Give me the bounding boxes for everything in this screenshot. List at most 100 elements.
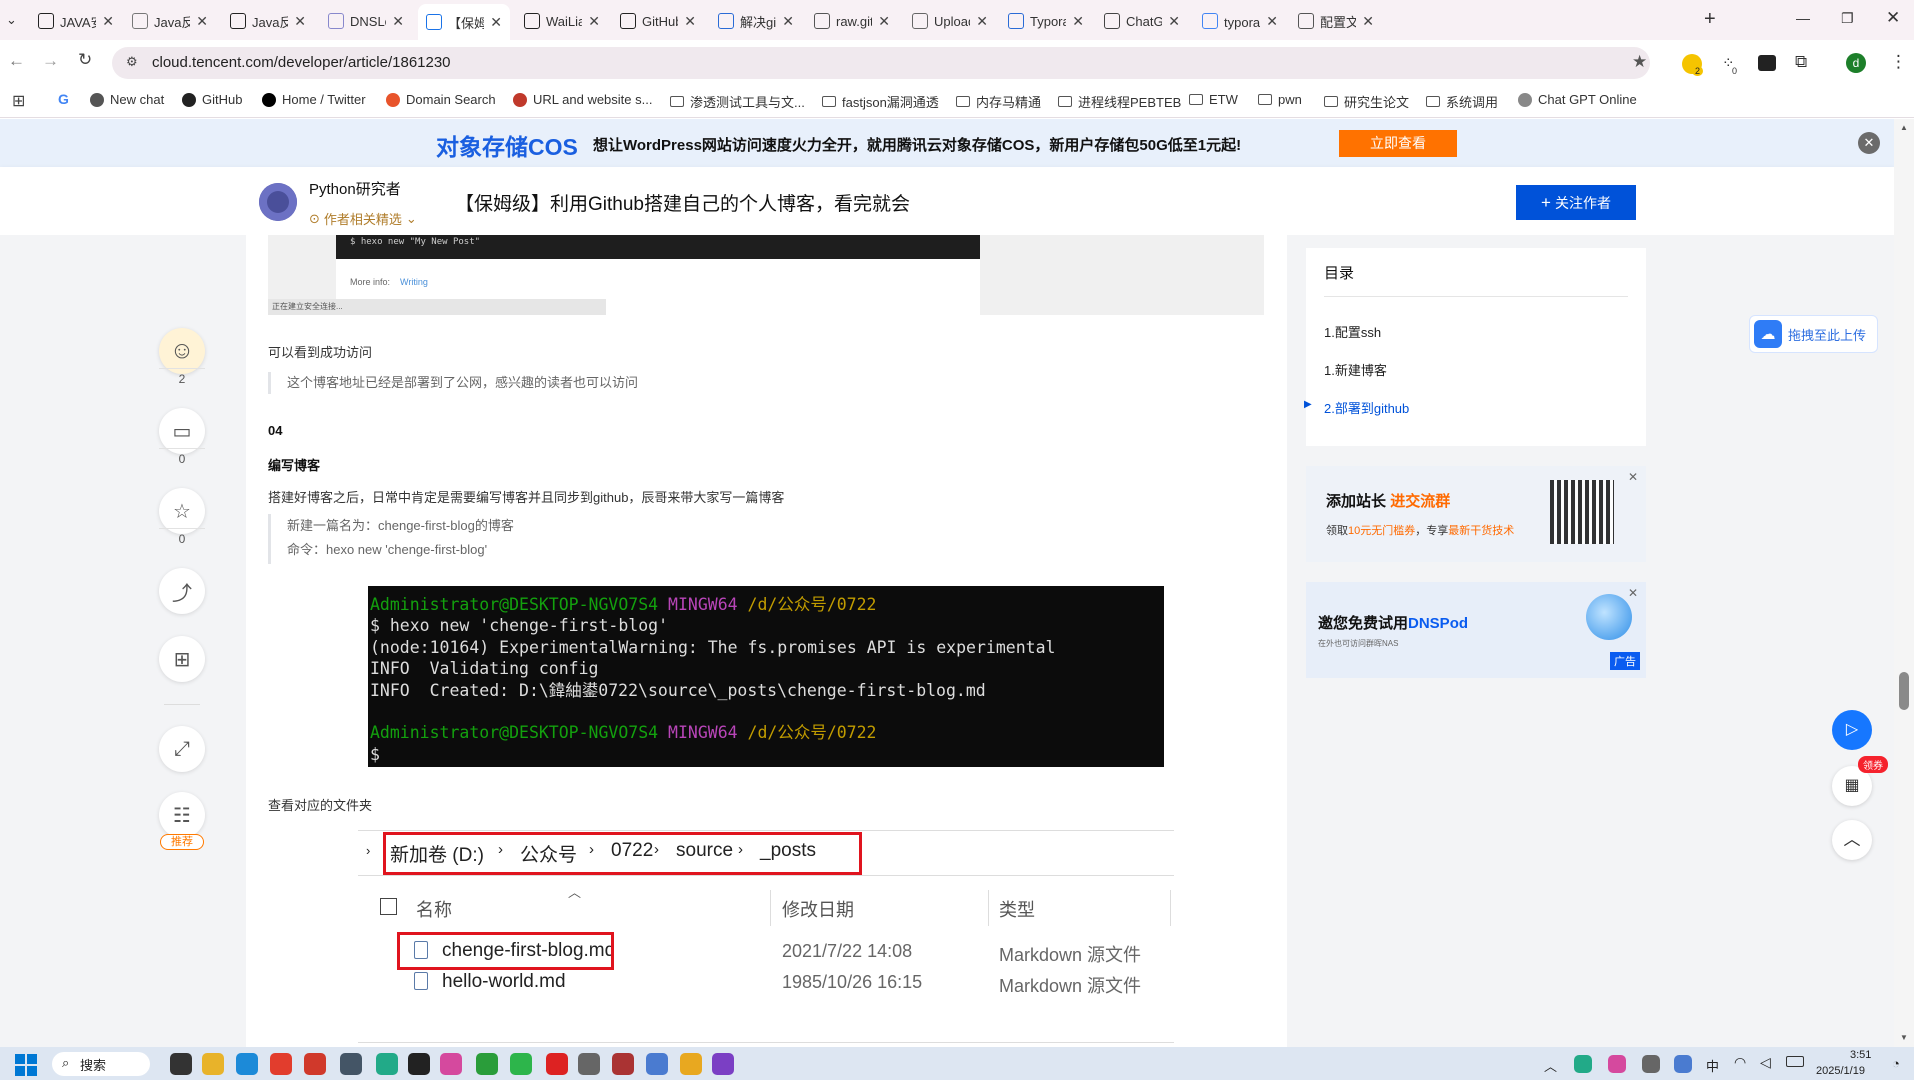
tab-search-button[interactable]: ⌄ (6, 12, 17, 28)
tab-close-icon[interactable]: ✕ (684, 13, 696, 30)
extension-icon-3[interactable] (1758, 55, 1776, 71)
bookmark-item[interactable]: 内存马精通 (956, 92, 1041, 111)
chrome-icon[interactable] (270, 1053, 292, 1075)
tab-11[interactable]: Typora ✕ (1000, 6, 1092, 36)
menu-dots-icon[interactable]: ⋮ (1890, 52, 1907, 72)
back-icon[interactable]: ← (8, 51, 25, 71)
tab-close-icon[interactable]: ✕ (1266, 13, 1278, 30)
bookmark-item[interactable]: 进程线程PEBTEB (1058, 92, 1181, 111)
ad2-close-icon[interactable]: ✕ (1628, 586, 1638, 600)
clock-time[interactable]: 3:51 (1850, 1049, 1871, 1061)
recommend-badge[interactable]: 推荐 (160, 834, 204, 850)
close-window-icon[interactable]: ✕ (1886, 8, 1900, 28)
tab-1[interactable]: JAVA安全 ✕ (30, 6, 122, 36)
tab-7[interactable]: GitHub ✕ (612, 6, 704, 36)
app-icon-16[interactable] (680, 1053, 702, 1075)
fullscreen-icon[interactable]: ⤢ (159, 726, 205, 772)
ad-card-dnspod[interactable]: 邀您免费试用DNSPod 在外也可访问群晖NAS ✕ 广告 (1306, 582, 1646, 678)
tab-8[interactable]: 解决gith ✕ (710, 6, 802, 36)
new-tab-icon[interactable]: + (1704, 8, 1716, 31)
app-icon-10[interactable] (476, 1053, 498, 1075)
tab-close-icon[interactable]: ✕ (1072, 13, 1084, 30)
tab-close-icon[interactable]: ✕ (588, 13, 600, 30)
tab-close-icon[interactable]: ✕ (878, 13, 890, 30)
banner-close-icon[interactable]: ✕ (1858, 132, 1880, 154)
wechat-icon[interactable] (510, 1053, 532, 1075)
tab-10[interactable]: Upload ✕ (904, 6, 996, 36)
tab-5[interactable]: 【保姆级 ✕ (418, 4, 510, 40)
bookmark-item[interactable]: 渗透测试工具与文... (670, 92, 805, 111)
bookmark-item[interactable]: GitHub (182, 92, 242, 107)
wifi-icon[interactable]: ◠ (1734, 1054, 1746, 1071)
wps-icon[interactable] (304, 1053, 326, 1075)
bookmark-item[interactable]: Domain Search (386, 92, 496, 107)
volume-icon[interactable]: ◁ (1760, 1054, 1771, 1071)
bookmark-item[interactable]: ETW (1189, 92, 1238, 107)
follow-author-button[interactable]: + 关注作者 (1516, 185, 1636, 220)
tab-14[interactable]: 配置文件 ✕ (1290, 6, 1382, 36)
tab-13[interactable]: typora上 ✕ (1194, 6, 1286, 36)
app-icon-15[interactable] (646, 1053, 668, 1075)
notification-bell-icon[interactable]: ◔ (1892, 1056, 1900, 1071)
ad-card-join-group[interactable]: 添加站长 进交流群 领取10元无门槛券，专享最新干货技术 ✕ (1306, 466, 1646, 562)
extensions-puzzle-icon[interactable]: ⧉ (1795, 52, 1807, 72)
tray-chevron-icon[interactable]: ︿ (1544, 1056, 1557, 1075)
app-icon-8[interactable] (408, 1053, 430, 1075)
promo-banner[interactable]: 对象存储COS 想让WordPress网站访问速度火力全开，就用腾讯云对象存储C… (0, 119, 1894, 167)
typora-icon[interactable] (578, 1053, 600, 1075)
feedback-float-icon[interactable]: ▷ (1832, 710, 1872, 750)
tab-close-icon[interactable]: ✕ (490, 14, 502, 31)
profile-avatar[interactable]: d (1846, 53, 1866, 73)
app-icon-9[interactable] (440, 1053, 462, 1075)
bookmark-item[interactable]: New chat (90, 92, 164, 107)
visual-studio-icon[interactable] (712, 1053, 734, 1075)
upload-drop-button[interactable]: ☁ 拖拽至此上传 (1749, 315, 1878, 353)
bookmark-item[interactable]: fastjson漏洞通透 (822, 92, 939, 111)
app-icon-14[interactable] (612, 1053, 634, 1075)
site-info-icon[interactable]: ⚙ (126, 54, 138, 70)
tray-app-4[interactable] (1674, 1055, 1692, 1073)
tab-close-icon[interactable]: ✕ (102, 13, 114, 30)
clock-date[interactable]: 2025/1/19 (1816, 1065, 1865, 1077)
author-tag[interactable]: ⊙ 作者相关精选 ⌄ (309, 209, 417, 228)
tab-close-icon[interactable]: ✕ (294, 13, 306, 30)
share-icon[interactable]: ⤴ (159, 568, 205, 614)
back-to-top-icon[interactable]: ︿ (1832, 820, 1872, 860)
add-note-icon[interactable]: ⊞ (159, 636, 205, 682)
tab-close-icon[interactable]: ✕ (1362, 13, 1374, 30)
bookmark-item[interactable]: 系统调用 (1426, 92, 1498, 111)
bookmark-item[interactable]: 研究生论文 (1324, 92, 1409, 111)
restore-icon[interactable]: ❐ (1841, 10, 1854, 27)
toc-item[interactable]: 1.配置ssh (1324, 322, 1381, 341)
task-view-icon[interactable] (170, 1053, 192, 1075)
bookmark-item[interactable]: URL and website s... (513, 92, 652, 107)
address-bar[interactable]: ⚙ cloud.tencent.com/developer/article/18… (112, 47, 1650, 79)
apps-grid-icon[interactable]: ⊞ (12, 91, 25, 111)
bookmark-item[interactable]: Chat GPT Online (1518, 92, 1637, 107)
bookmark-item[interactable]: Home / Twitter (262, 92, 366, 107)
tab-3[interactable]: Java反序 ✕ (222, 6, 314, 36)
scroll-down-icon[interactable]: ▼ (1900, 1033, 1908, 1042)
author-name[interactable]: Python研究者 (309, 178, 401, 199)
toc-item[interactable]: 1.新建博客 (1324, 360, 1387, 379)
tab-close-icon[interactable]: ✕ (782, 13, 794, 30)
author-avatar[interactable] (259, 183, 297, 221)
tray-app-2[interactable] (1608, 1055, 1626, 1073)
ad1-close-icon[interactable]: ✕ (1628, 470, 1638, 484)
tab-close-icon[interactable]: ✕ (1168, 13, 1180, 30)
tab-6[interactable]: WaiLian ✕ (516, 6, 608, 36)
app-icon-6[interactable] (340, 1053, 362, 1075)
windows-start-icon[interactable] (15, 1054, 37, 1076)
minimize-icon[interactable]: — (1796, 10, 1810, 26)
tray-app-3[interactable] (1642, 1055, 1660, 1073)
tray-app-1[interactable] (1574, 1055, 1592, 1073)
url-text[interactable]: cloud.tencent.com/developer/article/1861… (152, 54, 451, 71)
banner-cta-button[interactable]: 立即查看 (1339, 130, 1457, 157)
reload-icon[interactable]: ↻ (78, 50, 92, 70)
reader-mode-icon[interactable]: ☷ (159, 792, 205, 838)
netease-icon[interactable] (546, 1053, 568, 1075)
forward-icon[interactable]: → (42, 51, 59, 71)
file-explorer-icon[interactable] (202, 1053, 224, 1075)
google-icon[interactable]: G (58, 91, 69, 107)
toc-item[interactable]: ▶ 2.部署到github (1304, 398, 1409, 417)
